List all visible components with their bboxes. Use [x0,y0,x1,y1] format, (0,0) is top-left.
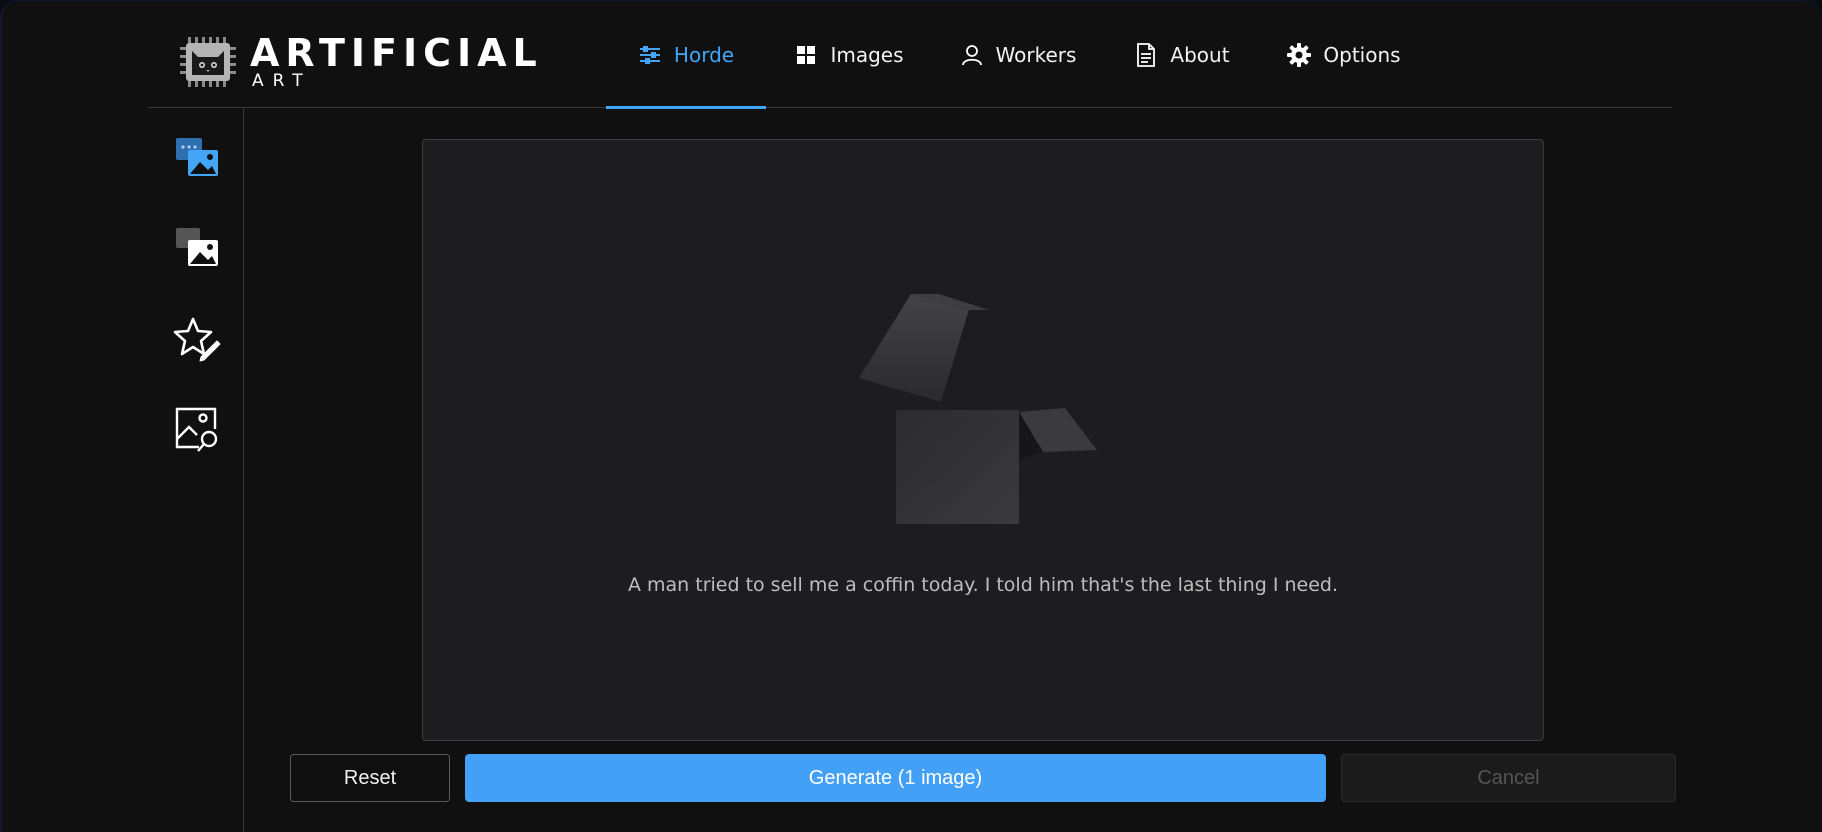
nav-tab-workers[interactable]: Workers [932,2,1104,108]
nav-tab-images[interactable]: Images [766,2,932,108]
document-icon [1134,43,1158,67]
sidebar-item-interrogate[interactable] [172,404,222,454]
nav-tab-label: Options [1323,43,1401,67]
logo-title: ARTIFICIAL [250,31,543,75]
sidebar-item-rate[interactable] [172,314,222,364]
generate-button[interactable]: Generate (1 image) [465,754,1326,802]
nav-tab-horde[interactable]: Horde [606,2,766,109]
nav-tab-options[interactable]: Options [1260,2,1428,108]
text-image-icon [176,138,218,176]
image-preview-panel: A man tried to sell me a coffin today. I… [422,139,1544,741]
user-icon [960,43,984,67]
sliders-icon [638,43,662,67]
sidebar [148,108,244,832]
cat-chip-logo-icon [178,33,244,91]
nav-tab-label: About [1170,43,1230,67]
cancel-button[interactable]: Cancel [1341,754,1676,802]
nav-tab-label: Images [830,43,904,67]
sidebar-item-text-to-image[interactable] [172,134,222,184]
image-search-icon [175,407,218,452]
app-logo[interactable]: ARTIFICIAL ART [178,32,598,92]
nav-tab-label: Workers [995,43,1077,67]
nav-tab-label: Horde [673,43,735,67]
empty-box-icon [859,294,1099,524]
nav-tab-about[interactable]: About [1104,2,1260,108]
app-window: ARTIFICIAL ART Horde Images Workers Abou… [0,0,1822,832]
main-nav: Horde Images Workers About Options [606,2,1428,109]
grid-icon [794,43,818,67]
sidebar-item-image-to-image[interactable] [172,224,222,274]
star-edit-icon [173,317,221,362]
logo-subtitle: ART [252,71,312,91]
placeholder-message: A man tried to sell me a coffin today. I… [627,574,1339,596]
gear-icon [1287,43,1312,67]
image-image-icon [176,228,218,266]
top-header: ARTIFICIAL ART Horde Images Workers Abou… [148,2,1672,109]
reset-button[interactable]: Reset [290,754,450,802]
